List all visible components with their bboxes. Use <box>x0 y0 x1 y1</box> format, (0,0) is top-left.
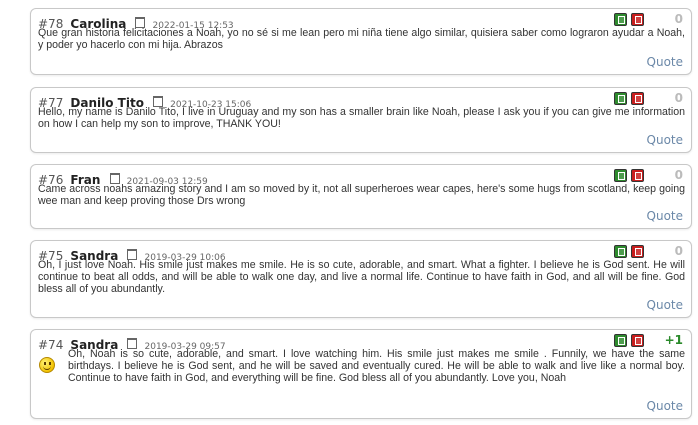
vote-up-button[interactable] <box>614 245 627 258</box>
comment-score: 0 <box>674 168 683 182</box>
quote-link[interactable]: Quote <box>647 298 683 312</box>
comment-score: 0 <box>674 91 683 105</box>
comment-number: #74 <box>38 338 64 352</box>
comment-score: 0 <box>674 244 683 258</box>
comment-card: #76 Fran 2021-09-03 12:59 0 Came across … <box>30 164 692 229</box>
comment-text: Oh, Noah is so cute, adorable, and smart… <box>68 348 685 384</box>
quote-link[interactable]: Quote <box>647 399 683 413</box>
comment-card: #78 Carolina 2022-01-15 12:53 0 Que gran… <box>30 8 692 75</box>
comment-score: +1 <box>664 333 683 347</box>
quote-link[interactable]: Quote <box>647 55 683 69</box>
comment-list: #78 Carolina 2022-01-15 12:53 0 Que gran… <box>0 0 698 425</box>
vote-up-button[interactable] <box>614 13 627 26</box>
comment-text: Que gran historia felicitaciones a Noah,… <box>38 27 685 51</box>
vote-down-button[interactable] <box>631 245 644 258</box>
vote-down-button[interactable] <box>631 13 644 26</box>
vote-up-button[interactable] <box>614 169 627 182</box>
vote-down-button[interactable] <box>631 169 644 182</box>
vote-up-button[interactable] <box>614 334 627 347</box>
comment-text: Came across noahs amazing story and I am… <box>38 183 685 207</box>
comment-card: #74 Sandra 2019-03-29 09:57 +1 Oh, Noah … <box>30 329 692 419</box>
comment-card: #77 Danilo Tito 2021-10-23 15:06 0 Hello… <box>30 87 692 153</box>
comment-score: 0 <box>674 12 683 26</box>
quote-link[interactable]: Quote <box>647 133 683 147</box>
vote-up-button[interactable] <box>614 92 627 105</box>
vote-down-button[interactable] <box>631 334 644 347</box>
smiley-icon <box>39 357 55 373</box>
vote-down-button[interactable] <box>631 92 644 105</box>
comment-text: Oh, I just love Noah. His smile just mak… <box>38 259 685 295</box>
comment-text: Hello, my name is Danilo Tito, I live in… <box>38 106 685 130</box>
quote-link[interactable]: Quote <box>647 209 683 223</box>
comment-card: #75 Sandra 2019-03-29 10:06 0 Oh, I just… <box>30 240 692 318</box>
